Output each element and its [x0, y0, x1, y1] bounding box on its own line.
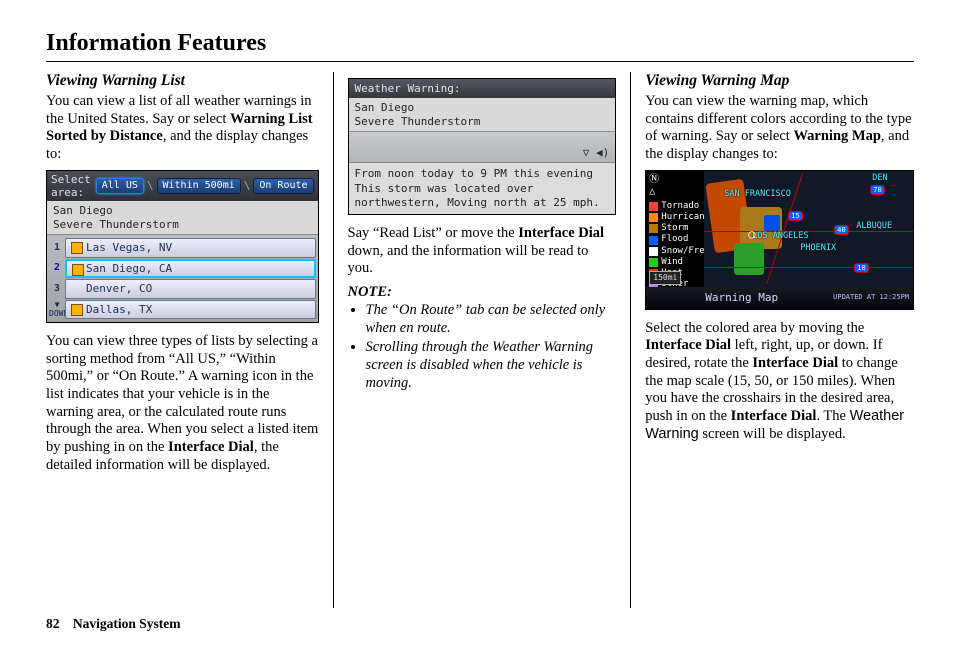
- region-wind: [734, 243, 764, 275]
- list-item[interactable]: Denver, CO: [65, 279, 316, 298]
- text: Say “Read List” or move the: [348, 225, 519, 241]
- tabbar-label: Select area:: [51, 173, 93, 200]
- tab-on-route[interactable]: On Route: [253, 178, 313, 194]
- region-flood: [764, 215, 780, 231]
- map-footer-updated: UPDATED AT 12:25PM: [833, 294, 909, 301]
- legend-swatch: [649, 236, 658, 245]
- row-number: 3: [49, 283, 65, 295]
- column-3: Viewing Warning Map You can view the war…: [631, 72, 914, 608]
- bold-term: Warning Map: [793, 128, 880, 144]
- blank-area: ▽ ◀): [349, 132, 616, 163]
- sep: \: [147, 179, 154, 192]
- highway-shield: 15: [788, 211, 802, 221]
- bold-term: Interface Dial: [518, 225, 604, 241]
- map-footer-title: Warning Map: [705, 291, 778, 304]
- text: screen will be displayed.: [699, 426, 846, 442]
- text: down, and the information will be read t…: [348, 243, 589, 277]
- city-label: SAN FRANCISCO: [724, 189, 791, 199]
- bold-term: Interface Dial: [731, 408, 817, 424]
- note-item: The “On Route” tab can be selected only …: [366, 302, 617, 337]
- warning-header: San Diego Severe Thunderstorm: [349, 98, 616, 132]
- title-rule: [46, 61, 914, 62]
- road-line: [704, 267, 913, 268]
- bold-term: Interface Dial: [168, 439, 254, 455]
- map-scale: 150mi: [649, 271, 681, 285]
- paragraph: Select the colored area by moving the In…: [645, 320, 914, 444]
- text: Select the colored area by moving the: [645, 320, 864, 336]
- note-item: Scrolling through the Weather Warning sc…: [366, 339, 617, 392]
- page-footer: 82 Navigation System: [46, 616, 914, 632]
- legend-swatch: [649, 224, 658, 233]
- text: . The: [816, 408, 849, 424]
- paragraph: You can view three types of lists by sel…: [46, 333, 319, 475]
- warning-message: From noon today to 9 PM this evening Thi…: [349, 163, 616, 214]
- legend-label: Flood: [661, 234, 688, 245]
- note-label: NOTE:: [348, 284, 617, 302]
- paragraph: Say “Read List” or move the Interface Di…: [348, 225, 617, 278]
- header-type: Severe Thunderstorm: [355, 115, 610, 128]
- header-city: San Diego: [355, 101, 610, 114]
- legend-label: Storm: [661, 223, 688, 234]
- tab-bar: Select area: All US \ Within 500mi \ On …: [47, 171, 318, 202]
- legend-swatch: [649, 202, 658, 211]
- note-list: The “On Route” tab can be selected only …: [352, 302, 617, 392]
- crosshair-icon: ○: [748, 227, 755, 242]
- screenshot-weather-warning: Weather Warning: San Diego Severe Thunde…: [348, 78, 617, 215]
- warning-header: San Diego Severe Thunderstorm: [47, 201, 318, 235]
- warning-list: 1 Las Vegas, NV 2 San Diego, CA 3 Denver…: [47, 235, 318, 322]
- manual-page: Information Features Viewing Warning Lis…: [0, 0, 954, 652]
- columns: Viewing Warning List You can view a list…: [46, 72, 914, 608]
- highway-shield: 10: [854, 263, 868, 273]
- legend-swatch: [649, 247, 658, 256]
- bold-term: Interface Dial: [645, 337, 731, 353]
- down-arrow-icon[interactable]: ▼DOWN: [49, 300, 65, 320]
- page-title: Information Features: [46, 30, 914, 57]
- footer-section: Navigation System: [73, 616, 181, 631]
- paragraph: You can view the warning map, which cont…: [645, 93, 914, 164]
- paragraph: You can view a list of all weather warni…: [46, 93, 319, 164]
- highway-shield: 40: [834, 225, 848, 235]
- row-number: 1: [49, 242, 65, 254]
- city-label: LOS ANGELES: [752, 231, 808, 241]
- list-item[interactable]: San Diego, CA: [65, 259, 316, 278]
- city-label: DEN: [872, 173, 887, 183]
- header-type: Severe Thunderstorm: [53, 218, 312, 231]
- list-item[interactable]: Las Vegas, NV: [65, 238, 316, 257]
- section-heading: Viewing Warning List: [46, 72, 319, 91]
- sep: \: [244, 179, 251, 192]
- row-number: 2: [49, 262, 65, 274]
- tab-within-500mi[interactable]: Within 500mi: [157, 178, 241, 194]
- text: You can view three types of lists by sel…: [46, 333, 318, 455]
- legend-label: Wind: [661, 257, 683, 268]
- legend-swatch: [649, 213, 658, 222]
- city-label: ALBUQUE: [856, 221, 892, 231]
- screenshot-select-area: Select area: All US \ Within 500mi \ On …: [46, 170, 319, 323]
- screenshot-warning-map: Ⓝ△ Tornado Hurricane Storm Flood Snow/Fr…: [645, 170, 914, 310]
- column-1: Viewing Warning List You can view a list…: [46, 72, 334, 608]
- page-number: 82: [46, 616, 60, 631]
- legend-swatch: [649, 258, 658, 267]
- legend-label: Hurricane: [661, 212, 710, 223]
- city-label: PHOENIX: [800, 243, 836, 253]
- list-item[interactable]: Dallas, TX: [65, 300, 316, 319]
- tab-all-us[interactable]: All US: [96, 178, 144, 194]
- screen-title: Weather Warning:: [349, 79, 616, 98]
- legend-label: Tornado: [661, 201, 699, 212]
- speaker-icon[interactable]: ▽ ◀): [583, 146, 610, 159]
- section-heading: Viewing Warning Map: [645, 72, 914, 91]
- header-city: San Diego: [53, 204, 312, 217]
- map-footer: Warning Map UPDATED AT 12:25PM: [646, 287, 913, 309]
- column-2: Weather Warning: San Diego Severe Thunde…: [334, 72, 632, 608]
- highway-shield: 70: [870, 185, 884, 195]
- map-canvas[interactable]: SAN FRANCISCO LOS ANGELES PHOENIX ALBUQU…: [704, 171, 913, 287]
- bold-term: Interface Dial: [752, 355, 838, 371]
